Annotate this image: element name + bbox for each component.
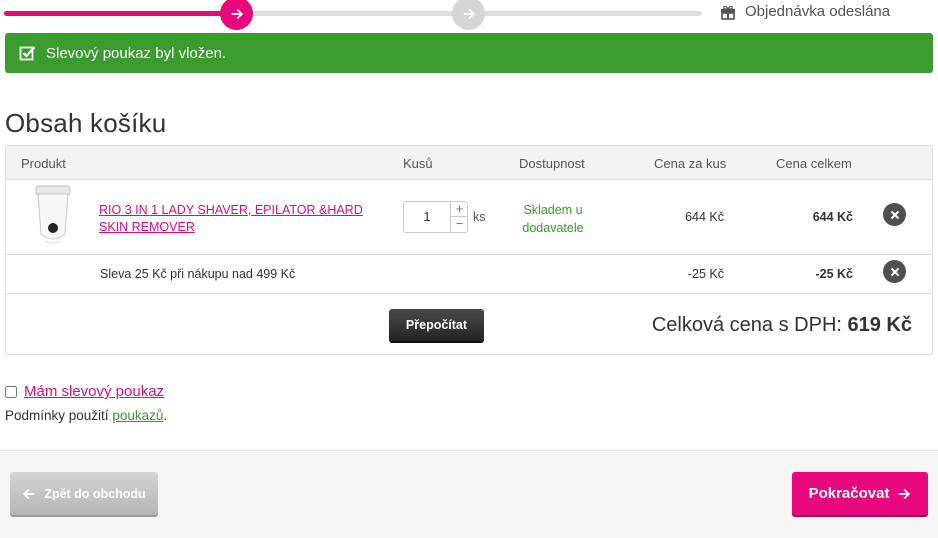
quantity-stepper[interactable]: 1 + − — [403, 201, 468, 233]
progress-track-done — [4, 11, 238, 16]
product-image[interactable] — [30, 184, 76, 248]
cart-table: Produkt Kusů Dostupnost Cena za kus Cena… — [5, 145, 933, 355]
remove-discount-button[interactable] — [883, 260, 906, 283]
footer-actions: Zpět do obchodu Pokračovat — [0, 450, 938, 538]
step-current — [220, 0, 253, 30]
row-divider — [6, 293, 932, 294]
grand-total-value: 619 Kč — [847, 314, 913, 336]
header-availability: Dostupnost — [519, 156, 585, 171]
header-total-price: Cena celkem — [776, 156, 852, 171]
row-divider — [6, 254, 932, 255]
checkbox-edit-icon — [19, 46, 36, 61]
success-alert: Slevový poukaz byl vložen. — [5, 33, 933, 73]
item-unit-price: 644 Kč — [685, 210, 724, 224]
step-next — [452, 0, 485, 30]
quantity-input[interactable]: 1 — [404, 202, 450, 232]
grand-total-label: Celková cena s DPH: — [651, 314, 842, 336]
close-icon — [890, 210, 899, 219]
discount-total-price: -25 Kč — [815, 267, 853, 281]
voucher-terms: Podmínky použití poukazů. — [5, 408, 167, 423]
step-order-sent-label: Objednávka odeslána — [745, 3, 891, 20]
discount-unit-price: -25 Kč — [687, 267, 724, 281]
discount-label: Sleva 25 Kč při nákupu nad 499 Kč — [100, 267, 296, 281]
close-icon — [890, 267, 899, 276]
terms-link[interactable]: poukazů — [112, 408, 163, 423]
checkout-progress: Objednávka odeslána — [0, 0, 938, 30]
alert-message: Slevový poukaz byl vložen. — [46, 44, 227, 62]
quantity-decrease-button[interactable]: − — [451, 217, 468, 232]
terms-prefix: Podmínky použití — [5, 408, 113, 423]
back-to-shop-button[interactable]: Zpět do obchodu — [10, 472, 158, 515]
availability-status: Skladem u dodavatele — [522, 203, 584, 235]
page-title: Obsah košíku — [5, 108, 167, 138]
arrow-right-icon — [899, 488, 911, 499]
voucher-link[interactable]: Mám slevový poukaz — [24, 383, 164, 400]
remove-item-button[interactable] — [883, 203, 906, 226]
arrow-right-icon — [463, 8, 475, 19]
continue-button[interactable]: Pokračovat — [792, 472, 928, 515]
voucher-checkbox[interactable] — [5, 385, 17, 398]
back-to-shop-label: Zpět do obchodu — [44, 486, 146, 501]
header-product: Produkt — [21, 156, 66, 171]
terms-suffix: . — [163, 408, 168, 423]
gift-icon — [721, 5, 735, 20]
grand-total: Celková cena s DPH: 619 Kč — [652, 314, 912, 337]
arrow-left-icon — [23, 488, 35, 499]
voucher-toggle[interactable]: Mám slevový poukaz — [5, 383, 164, 400]
item-total-price: 644 Kč — [812, 210, 853, 224]
step-order-sent: Objednávka odeslána — [720, 3, 890, 20]
quantity-buttons: + − — [450, 202, 468, 232]
quantity-increase-button[interactable]: + — [451, 202, 468, 217]
cart-header-row: Produkt Kusů Dostupnost Cena za kus Cena… — [6, 146, 932, 180]
header-unit-price: Cena za kus — [654, 156, 727, 171]
continue-label: Pokračovat — [808, 485, 890, 502]
header-quantity: Kusů — [403, 156, 433, 171]
recalculate-button[interactable]: Přepočítat — [389, 309, 484, 341]
quantity-unit: ks — [473, 210, 486, 224]
product-name-link[interactable]: RIO 3 IN 1 LADY SHAVER, EPILATOR &HARD S… — [99, 202, 369, 236]
arrow-right-icon — [231, 8, 243, 19]
